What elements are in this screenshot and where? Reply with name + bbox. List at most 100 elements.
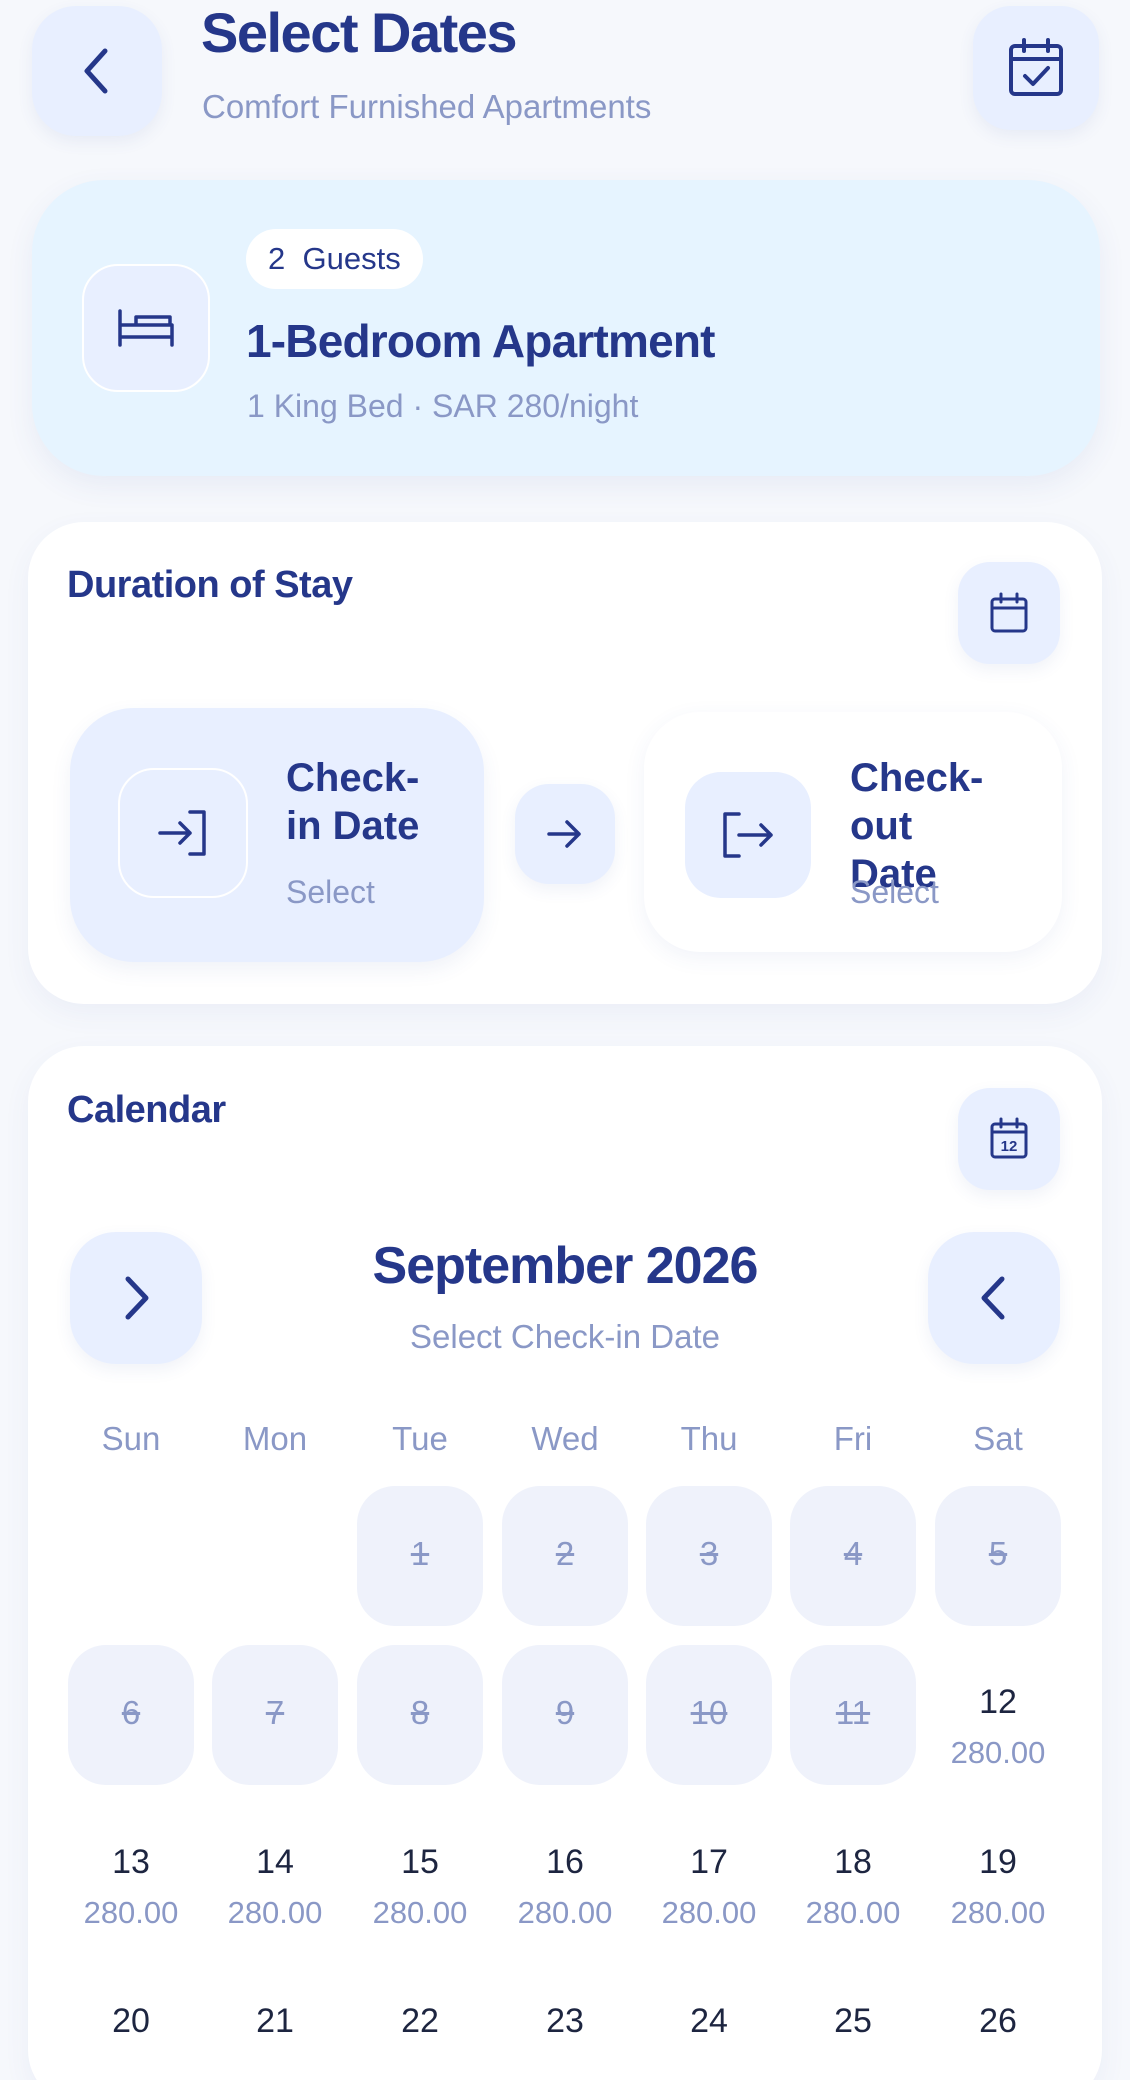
bed-icon [118, 309, 174, 347]
weekday-sat: Sat [973, 1420, 1023, 1457]
day-price: 280.00 [372, 1895, 468, 1930]
guests-badge: 2 Guests [246, 229, 423, 289]
day-number: 18 [834, 1843, 872, 1881]
calendar-day[interactable]: 20 [68, 1964, 194, 2080]
day-number: 2 [555, 1535, 575, 1572]
day-number: 8 [410, 1694, 430, 1731]
day-number: 16 [546, 1843, 584, 1881]
calendar-day-unavailable: 6 [68, 1645, 194, 1785]
chevron-right-icon [125, 1276, 149, 1320]
checkin-icon-box [118, 768, 248, 898]
day-number: 11 [835, 1694, 871, 1731]
calendar-day-unavailable: 10 [646, 1645, 772, 1785]
calendar-icon [990, 592, 1028, 633]
room-icon-box [82, 264, 210, 392]
room-name: 1-Bedroom Apartment [246, 315, 716, 367]
day-number: 23 [546, 2002, 584, 2040]
day-number: 25 [834, 2002, 872, 2040]
day-number: 26 [979, 2002, 1017, 2040]
calendar-check-icon [1009, 38, 1063, 96]
checkin-label: Check-in Date [286, 756, 420, 848]
day-price: 280.00 [83, 1895, 179, 1930]
calendar-day-unavailable: 7 [212, 1645, 338, 1785]
page-title: Select Dates [201, 1, 518, 64]
calendar-date-button[interactable]: 12 [958, 1088, 1060, 1190]
checkin-value: Select [286, 874, 375, 910]
calendar-day-unavailable: 5 [935, 1486, 1061, 1626]
calendar-instruction: Select Check-in Date [410, 1318, 720, 1355]
checkout-value: Select [850, 874, 939, 910]
day-number: 10 [690, 1694, 728, 1731]
svg-text:12: 12 [1001, 1138, 1018, 1155]
calendar-day-unavailable: 2 [502, 1486, 628, 1626]
calendar-day[interactable]: 18 280.00 [790, 1805, 916, 1945]
calendar-day[interactable]: 12 280.00 [935, 1645, 1061, 1785]
guests-label: Guests [302, 241, 401, 276]
day-number: 6 [121, 1694, 141, 1731]
calendar-day-unavailable: 9 [502, 1645, 628, 1785]
day-number: 20 [112, 2002, 150, 2040]
calendar-day[interactable]: 13 280.00 [68, 1805, 194, 1945]
day-number: 15 [401, 1843, 439, 1881]
calendar-day[interactable]: 16 280.00 [502, 1805, 628, 1945]
day-number: 7 [265, 1694, 285, 1731]
calendar-day[interactable]: 14 280.00 [212, 1805, 338, 1945]
next-month-button[interactable] [70, 1232, 202, 1364]
weekday-fri: Fri [833, 1420, 873, 1457]
calendar-day[interactable]: 22 [357, 1964, 483, 2080]
day-number: 12 [979, 1683, 1017, 1721]
logout-icon [723, 812, 773, 858]
calendar-button[interactable] [973, 6, 1099, 130]
day-number: 19 [979, 1843, 1017, 1881]
weekday-wed: Wed [531, 1420, 599, 1457]
day-number: 21 [256, 2002, 294, 2040]
weekday-sun: Sun [101, 1420, 161, 1457]
day-number: 5 [988, 1535, 1008, 1572]
calendar-day-unavailable: 11 [790, 1645, 916, 1785]
calendar-day[interactable]: 15 280.00 [357, 1805, 483, 1945]
previous-month-button[interactable] [928, 1232, 1060, 1364]
chevron-left-icon [84, 48, 108, 94]
day-price: 280.00 [950, 1895, 1046, 1930]
calendar-day[interactable]: 23 [502, 1964, 628, 2080]
weekday-thu: Thu [680, 1420, 738, 1457]
page-subtitle: Comfort Furnished Apartments [202, 88, 652, 125]
chevron-left-icon [981, 1276, 1005, 1320]
arrow-right-icon [547, 820, 581, 848]
weekday-mon: Mon [242, 1420, 308, 1457]
guests-count: 2 [268, 241, 286, 276]
day-number: 13 [112, 1843, 150, 1881]
calendar-day[interactable]: 26 [935, 1964, 1061, 2080]
arrow-connector [515, 784, 615, 884]
day-number: 9 [555, 1694, 575, 1731]
day-price: 280.00 [517, 1895, 613, 1930]
calendar-day[interactable]: 21 [212, 1964, 338, 2080]
month-title: September 2026 [372, 1237, 759, 1295]
duration-title: Duration of Stay [67, 564, 353, 606]
day-price: 280.00 [227, 1895, 323, 1930]
duration-calendar-button[interactable] [958, 562, 1060, 664]
calendar-day[interactable]: 25 [790, 1964, 916, 2080]
day-price: 280.00 [805, 1895, 901, 1930]
room-info: 1 King Bed · SAR 280/night [247, 388, 639, 424]
calendar-title: Calendar [67, 1089, 226, 1131]
day-number: 17 [690, 1843, 728, 1881]
day-number: 1 [410, 1535, 430, 1572]
day-number: 14 [256, 1843, 294, 1881]
calendar-day-unavailable: 8 [357, 1645, 483, 1785]
checkout-icon-box [685, 772, 811, 898]
calendar-day[interactable]: 17 280.00 [646, 1805, 772, 1945]
day-number: 24 [690, 2002, 728, 2040]
calendar-day-unavailable: 4 [790, 1486, 916, 1626]
calendar-12-icon: 12 [990, 1117, 1028, 1159]
weekday-tue: Tue [392, 1420, 448, 1457]
back-button[interactable] [32, 6, 162, 136]
calendar-day[interactable]: 24 [646, 1964, 772, 2080]
day-number: 3 [699, 1535, 719, 1572]
calendar-day-unavailable: 3 [646, 1486, 772, 1626]
login-icon [158, 810, 206, 856]
day-number: 22 [401, 2002, 439, 2040]
day-price: 280.00 [661, 1895, 757, 1930]
day-price: 280.00 [950, 1735, 1046, 1770]
calendar-day[interactable]: 19 280.00 [935, 1805, 1061, 1945]
